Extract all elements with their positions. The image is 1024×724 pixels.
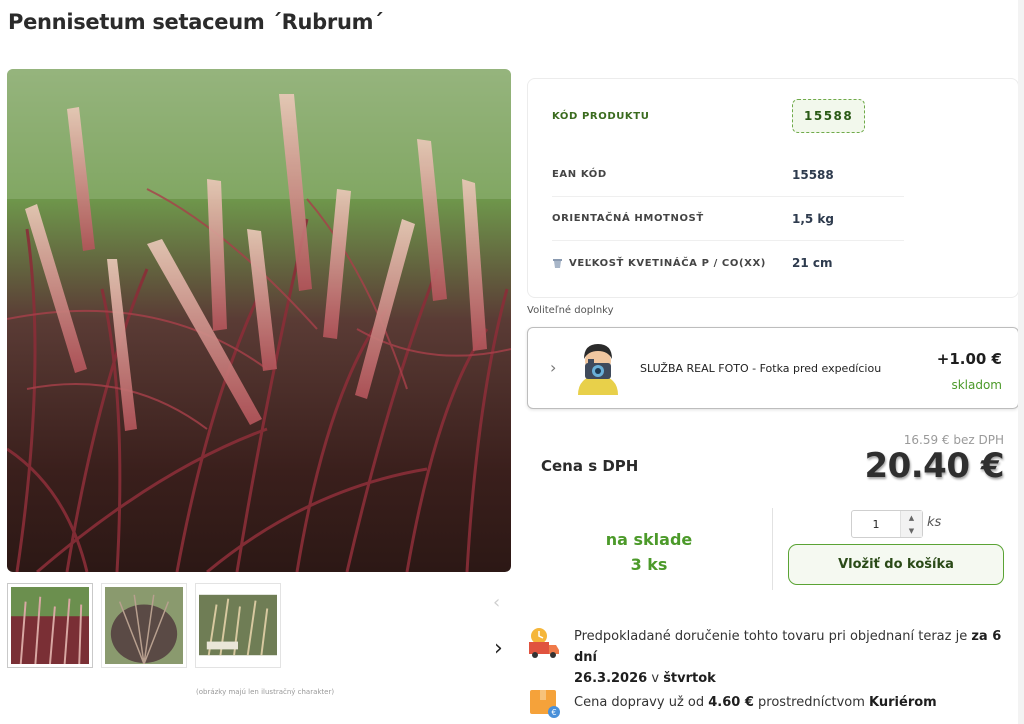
pot-size-row: VEĽKOSŤ KVETINÁČA P / CO(XX) 21 cm — [552, 241, 904, 285]
flower-pot-icon — [553, 258, 562, 268]
shipping-carrier: Kuriérom — [869, 694, 937, 710]
weight-row: ORIENTAČNÁ HMOTNOSŤ 1,5 kg — [552, 197, 904, 241]
product-title: Pennisetum setaceum ´Rubrum´ — [8, 10, 384, 34]
shipping-info: € Cena dopravy už od 4.60 € prostredníct… — [527, 685, 937, 719]
weight-label: ORIENTAČNÁ HMOTNOSŤ — [552, 213, 704, 224]
delivery-weekday-prefix: v — [651, 671, 660, 686]
product-code-row: KÓD PRODUKTU 15588 — [552, 95, 904, 137]
thumbnail-2[interactable] — [101, 583, 187, 668]
delivery-estimate: Predpokladané doručenie tohto tovaru pri… — [527, 626, 1007, 689]
thumbnail-next-arrow[interactable]: › — [494, 636, 503, 661]
chevron-right-icon[interactable]: › — [550, 358, 556, 377]
ean-label: EAN KÓD — [552, 169, 607, 180]
product-main-image[interactable] — [7, 69, 511, 572]
quantity-increase-icon[interactable]: ▲ — [901, 511, 922, 524]
price-with-vat-label: Cena s DPH — [541, 457, 639, 475]
thumbnail-1[interactable] — [7, 583, 93, 668]
product-info-card: KÓD PRODUKTU 15588 EAN KÓD 15588 ORIENTA… — [527, 78, 1019, 298]
pot-size-value: 21 cm — [792, 256, 833, 270]
photographer-icon — [578, 344, 618, 395]
addon-name: SLUŽBA REAL FOTO - Fotka pred expedíciou — [640, 362, 882, 375]
optional-addons-label: Voliteľné doplnky — [527, 305, 614, 316]
thumbnail-prev-arrow[interactable]: ‹ — [493, 592, 500, 613]
stock-count: 3 ks — [630, 555, 668, 574]
quantity-input[interactable] — [852, 511, 900, 537]
delivery-date: 26.3.2026 — [574, 671, 648, 686]
ean-row: EAN KÓD 15588 — [552, 153, 904, 197]
divider — [772, 508, 773, 590]
page-scrollbar[interactable] — [1018, 0, 1024, 724]
price-without-vat: 16.59 € bez DPH — [903, 433, 1004, 447]
image-disclaimer: (obrázky majú len ilustračný charakter) — [196, 688, 335, 696]
addon-price: +1.00 € — [936, 350, 1002, 368]
thumbnail-gallery — [7, 583, 281, 668]
ean-value: 15588 — [792, 167, 834, 182]
add-to-cart-button[interactable]: Vložiť do košíka — [788, 544, 1004, 585]
stock-status: na sklade 3 ks — [590, 527, 708, 577]
addon-real-photo[interactable]: › SLUŽBA REAL FOTO - Fotka pred expedíci… — [527, 327, 1019, 409]
price-with-vat: 20.40 € — [864, 446, 1004, 486]
thumbnail-3[interactable] — [195, 583, 281, 668]
stock-status-text: na sklade — [605, 530, 693, 549]
quantity-unit: ks — [927, 515, 942, 530]
svg-text:€: € — [551, 708, 556, 717]
delivery-text: Predpokladané doručenie tohto tovaru pri… — [574, 629, 968, 644]
shipping-via: prostredníctvom — [758, 694, 865, 710]
quantity-stepper: ▲ ▼ — [851, 510, 923, 538]
pot-size-label: VEĽKOSŤ KVETINÁČA P / CO(XX) — [569, 257, 766, 269]
product-code-badge: 15588 — [792, 99, 866, 133]
weight-value: 1,5 kg — [792, 211, 835, 226]
quantity-decrease-icon[interactable]: ▼ — [901, 524, 922, 537]
package-icon: € — [530, 690, 560, 718]
shipping-price: 4.60 € — [708, 694, 754, 710]
delivery-truck-icon — [529, 628, 559, 658]
product-code-label: KÓD PRODUKTU — [552, 110, 650, 122]
delivery-weekday: štvrtok — [663, 671, 716, 686]
addon-stock-status: skladom — [951, 378, 1002, 392]
shipping-text: Cena dopravy už od — [574, 694, 705, 710]
